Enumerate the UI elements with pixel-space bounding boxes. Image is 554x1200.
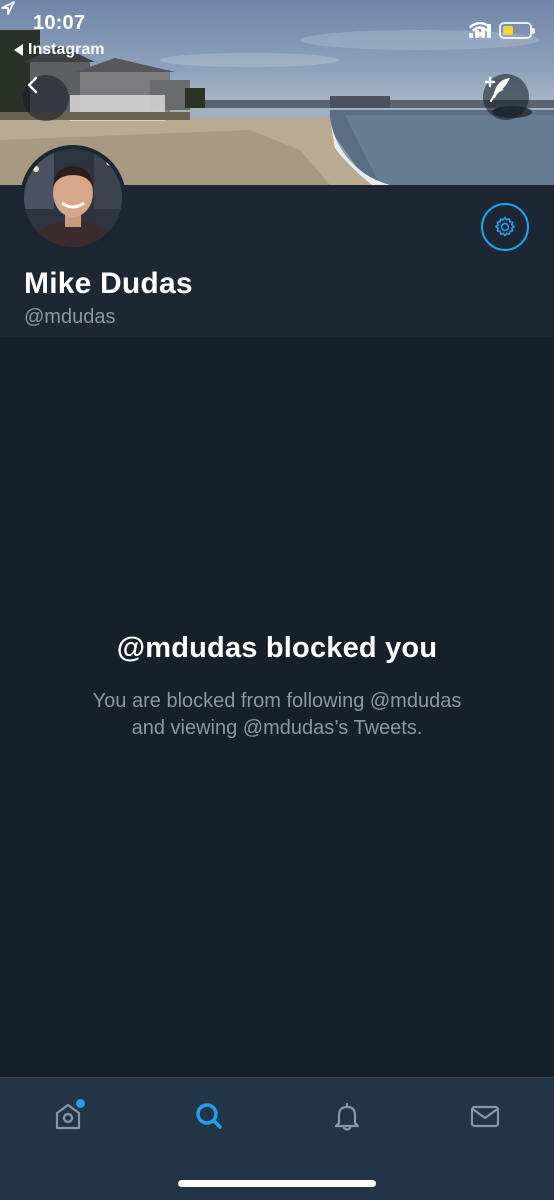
profile-screen: 10:07 Instagram Mike Dudas @mdudas @mdud…	[0, 0, 554, 1200]
back-to-app-link[interactable]: Instagram	[14, 41, 104, 59]
blocked-title: @mdudas blocked you	[116, 632, 438, 664]
avatar-photo	[24, 149, 122, 247]
back-app-label: Instagram	[28, 41, 105, 58]
tab-home[interactable]	[33, 1094, 103, 1138]
tab-search[interactable]	[174, 1094, 244, 1138]
home-indicator-bar[interactable]	[178, 1180, 376, 1187]
search-icon	[196, 1103, 222, 1129]
profile-settings-button[interactable]	[481, 203, 529, 251]
compose-tweet-icon	[484, 76, 510, 102]
notifications-bell-icon	[334, 1102, 360, 1131]
battery-icon	[499, 22, 535, 39]
chevron-left-icon	[27, 76, 38, 94]
profile-handle: @mdudas	[24, 306, 116, 328]
blocked-description-line-1: You are blocked from following @mdudas	[92, 690, 462, 712]
back-triangle-icon	[14, 44, 23, 56]
home-notification-badge	[76, 1099, 85, 1108]
blocked-description-line-2: and viewing @mdudas’s Tweets.	[131, 717, 423, 739]
blocked-description: You are blocked from following @mdudas a…	[0, 688, 554, 742]
battery-level	[503, 26, 513, 35]
tab-notifications[interactable]	[312, 1094, 382, 1138]
gear-icon	[495, 216, 515, 237]
wifi-icon	[469, 22, 491, 37]
status-time: 10:07	[33, 12, 86, 34]
profile-display-name: Mike Dudas	[24, 267, 193, 300]
profile-avatar[interactable]	[20, 145, 126, 251]
compose-tweet-button[interactable]	[483, 74, 529, 120]
back-button[interactable]	[23, 75, 69, 121]
tab-messages[interactable]	[450, 1094, 520, 1138]
messages-envelope-icon	[470, 1105, 500, 1128]
status-indicators	[469, 22, 535, 39]
location-arrow-icon	[1, 1, 15, 15]
